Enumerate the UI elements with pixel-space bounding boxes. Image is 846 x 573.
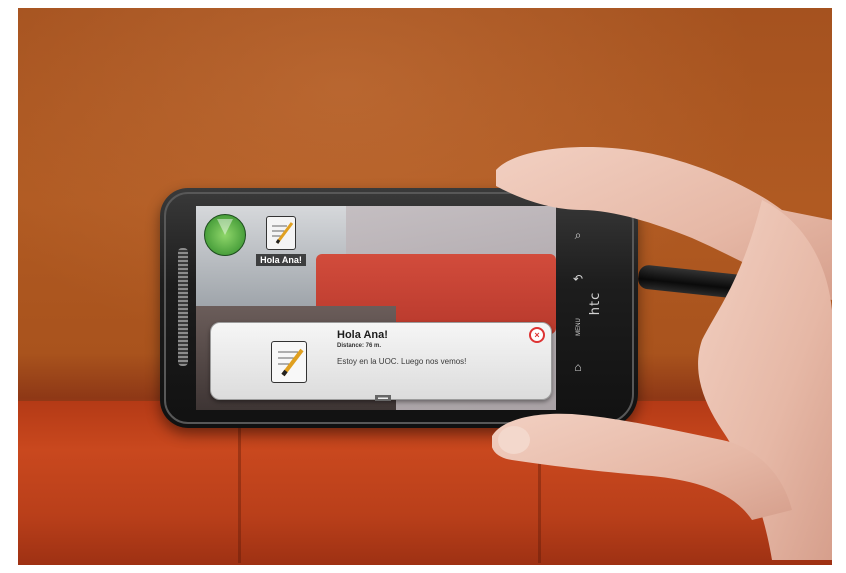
phone-speaker-grille xyxy=(178,248,188,366)
radar-icon[interactable] xyxy=(204,214,246,256)
popup-message: Estoy en la UOC. Luego nos vemos! xyxy=(337,357,467,366)
hand xyxy=(492,146,832,560)
ar-marker-label: Hola Ana! xyxy=(256,254,306,266)
ar-marker[interactable]: Hola Ana! xyxy=(244,216,318,268)
popup-title: Hola Ana! xyxy=(337,329,388,341)
sofa-seam xyxy=(238,423,241,563)
notepad-pencil-icon xyxy=(266,216,296,250)
notepad-pencil-icon xyxy=(271,341,307,383)
popup-more-handle[interactable]: ▬▬ xyxy=(375,395,391,401)
popup-distance: Distance: 76 m. xyxy=(337,343,382,349)
radar-sweep xyxy=(217,219,233,235)
